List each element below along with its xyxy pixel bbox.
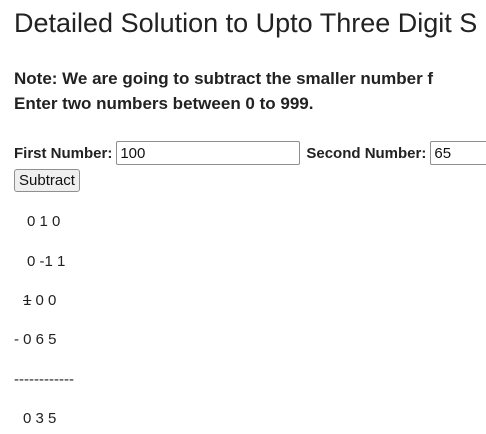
struck-digit: 1 — [23, 292, 32, 309]
number-form: First Number: Second Number: — [14, 141, 486, 165]
minuend-row: 1 0 0 — [23, 292, 56, 309]
note-line: Enter two numbers between 0 to 999. — [14, 94, 314, 113]
instructions-note: Note: We are going to subtract the small… — [14, 66, 433, 116]
second-number-input[interactable] — [430, 141, 486, 165]
borrow-row-2: 0 -1 1 — [27, 253, 66, 270]
result-row: 0 3 5 — [23, 410, 57, 427]
note-line: Note: We are going to subtract the small… — [14, 69, 434, 88]
subtrahend-row: - 0 6 5 — [14, 331, 57, 348]
borrow-row-1: 0 1 0 — [27, 213, 61, 230]
minuend-digits: 0 0 — [35, 292, 57, 309]
second-number-label: Second Number: — [306, 144, 427, 162]
first-number-input[interactable] — [116, 141, 301, 165]
divider-line: ------------ — [14, 371, 74, 388]
page-title: Detailed Solution to Upto Three Digit S — [14, 8, 478, 38]
subtract-button[interactable]: Subtract — [14, 169, 80, 192]
first-number-label: First Number: — [14, 144, 113, 162]
